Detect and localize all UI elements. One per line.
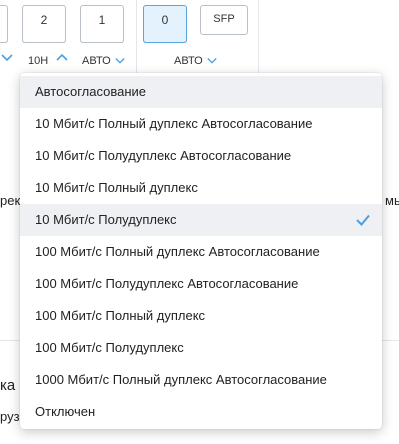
speed-select-port0[interactable]: АВТО: [174, 55, 218, 67]
port-number: 1: [98, 13, 106, 27]
port-partial[interactable]: [0, 5, 8, 43]
port-number: 0: [161, 13, 169, 27]
dropdown-option-selected[interactable]: 10 Мбит/с Полудуплекс: [20, 204, 382, 236]
option-label: 10 Мбит/с Полный дуплекс Автосогласовани…: [35, 116, 313, 131]
chevron-down-icon: [115, 58, 125, 64]
speed-select-current[interactable]: 10H: [28, 55, 48, 67]
sfp-label: SFP: [213, 13, 235, 25]
separator: [136, 0, 137, 78]
option-label: 10 Мбит/с Полудуплекс Автосогласование: [35, 148, 292, 163]
option-label: Отключен: [35, 404, 96, 419]
dropdown-option[interactable]: 100 Мбит/с Полудуплекс Автосогласование: [20, 268, 382, 300]
option-label: 100 Мбит/с Полный дуплекс: [35, 308, 206, 323]
port-2[interactable]: 2: [22, 5, 66, 43]
speed-value: АВТО: [174, 55, 203, 67]
checkmark-icon: [356, 214, 370, 226]
speed-value: 10H: [28, 55, 49, 67]
port-number: 2: [40, 13, 48, 27]
separator: [258, 0, 259, 78]
option-label: Автосогласование: [35, 84, 147, 99]
dropdown-option[interactable]: Автосогласование: [20, 76, 382, 108]
background-text: руз: [0, 409, 20, 424]
port-0[interactable]: 0: [143, 5, 187, 43]
dropdown-option[interactable]: 100 Мбит/с Полный дуплекс: [20, 300, 382, 332]
dropdown-option[interactable]: 10 Мбит/с Полный дуплекс: [20, 172, 382, 204]
sfp-port[interactable]: SFP: [200, 5, 248, 35]
option-label: 100 Мбит/с Полудуплекс Автосогласование: [35, 276, 299, 291]
background-heading: ка: [0, 377, 16, 394]
chevron-down-icon: [207, 58, 217, 64]
speed-dropdown-menu: Автосогласование 10 Мбит/с Полный дуплек…: [20, 73, 382, 429]
chevron-up-icon[interactable]: [55, 50, 69, 64]
dropdown-option[interactable]: 10 Мбит/с Полный дуплекс Автосогласовани…: [20, 108, 382, 140]
speed-value: АВТО: [82, 55, 111, 67]
option-label: 10 Мбит/с Полудуплекс: [35, 212, 177, 227]
option-label: 1000 Мбит/с Полный дуплекс Автосогласова…: [35, 372, 327, 387]
dropdown-option[interactable]: 100 Мбит/с Полный дуплекс Автосогласован…: [20, 236, 382, 268]
dropdown-option[interactable]: 1000 Мбит/с Полный дуплекс Автосогласова…: [20, 364, 382, 396]
chevron-down-icon[interactable]: [0, 50, 14, 64]
background-text: мь: [385, 193, 399, 208]
option-label: 10 Мбит/с Полный дуплекс: [35, 180, 198, 195]
speed-select-port1[interactable]: АВТО: [82, 55, 126, 67]
port-1[interactable]: 1: [80, 5, 124, 43]
dropdown-option[interactable]: 10 Мбит/с Полудуплекс Автосогласование: [20, 140, 382, 172]
option-label: 100 Мбит/с Полудуплекс: [35, 340, 184, 355]
dropdown-option[interactable]: Отключен: [20, 396, 382, 428]
dropdown-option[interactable]: 100 Мбит/с Полудуплекс: [20, 332, 382, 364]
option-label: 100 Мбит/с Полный дуплекс Автосогласован…: [35, 244, 320, 259]
